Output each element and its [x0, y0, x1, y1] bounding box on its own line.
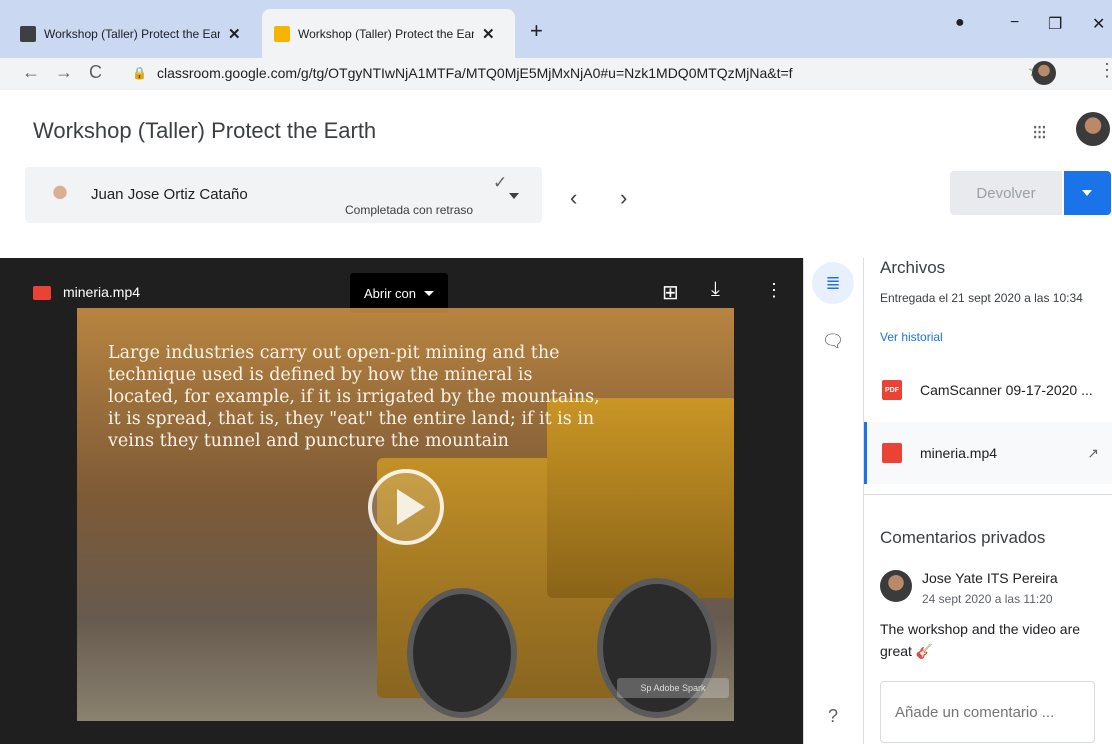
student-avatar	[45, 178, 75, 210]
more-options-icon[interactable]: ⋮	[765, 280, 783, 301]
address-bar: ← → C 🔒 classroom.google.com/g/tg/OTgyNT…	[0, 58, 1112, 90]
back-icon[interactable]: ←	[22, 62, 40, 83]
chevron-down-icon	[424, 290, 435, 296]
open-in-new-icon[interactable]: ↗	[1087, 445, 1099, 462]
comment-input[interactable]	[880, 681, 1095, 743]
next-student-icon[interactable]: ›	[620, 185, 627, 211]
return-button[interactable]: Devolver	[950, 171, 1062, 215]
play-button[interactable]	[368, 469, 444, 545]
omnibox[interactable]: 🔒 classroom.google.com/g/tg/OTgyNTIwNjA1…	[122, 59, 1050, 87]
comment-author: Jose Yate ITS Pereira	[922, 570, 1058, 586]
reload-icon[interactable]: C	[89, 62, 102, 83]
minimize-button[interactable]: −	[1010, 14, 1019, 32]
submission-status: Completada con retraso	[345, 203, 474, 217]
forward-icon[interactable]: →	[55, 62, 73, 83]
user-avatar[interactable]	[1076, 112, 1110, 146]
video-scene	[407, 588, 517, 718]
page-title: Workshop (Taller) Protect the Earth	[33, 118, 377, 143]
add-comment-icon[interactable]: ⊞	[662, 280, 679, 305]
video-file-icon	[33, 286, 51, 300]
video-player[interactable]: Large industries carry out open-pit mini…	[77, 308, 734, 721]
comments-heading: Comentarios privados	[880, 528, 1046, 547]
comment-date: 24 sept 2020 a las 11:20	[922, 592, 1053, 606]
tab-title: Workshop (Taller) Protect the Ear	[44, 26, 220, 41]
open-with-label: Abrir con	[363, 285, 417, 301]
tab-close-icon[interactable]: ✕	[482, 25, 495, 43]
lock-icon: 🔒	[132, 66, 147, 80]
download-icon[interactable]: ⤓	[711, 278, 720, 301]
student-selector[interactable]: Juan Jose Ortiz Cataño ✓ Completada con …	[25, 167, 542, 223]
new-tab-button[interactable]: +	[530, 18, 543, 44]
browser-menu-icon[interactable]: ⋮	[1098, 60, 1112, 81]
check-icon: ✓	[493, 173, 508, 192]
submitted-date: Entregada el 21 sept 2020 a las 10:34	[880, 291, 1083, 305]
video-caption: Large industries carry out open-pit mini…	[108, 343, 600, 451]
commenter-avatar	[880, 570, 912, 602]
file-item-video[interactable]: mineria.mp4 ↗	[864, 422, 1112, 484]
browser-tab-1[interactable]: Workshop (Taller) Protect the Ear ✕	[20, 9, 260, 58]
classroom-header: Workshop (Taller) Protect the Earth ⁝⁝⁝ …	[0, 90, 1112, 258]
viewer-file-name: mineria.mp4	[63, 284, 141, 300]
adobe-spark-watermark: Sp Adobe Spark	[617, 678, 729, 698]
student-name: Juan Jose Ortiz Cataño	[91, 186, 248, 203]
tab-close-icon[interactable]: ✕	[228, 25, 241, 43]
return-options-button[interactable]	[1064, 171, 1111, 215]
file-name: CamScanner 09-17-2020 ...	[920, 382, 1093, 398]
history-link[interactable]: Ver historial	[880, 330, 943, 344]
files-panel: Archivos Entregada el 21 sept 2020 a las…	[863, 258, 1112, 744]
profile-dot-icon[interactable]: ●	[955, 14, 965, 32]
open-with-button[interactable]: Abrir con	[350, 273, 448, 313]
browser-tab-2-active[interactable]: Workshop (Taller) Protect the Ear ✕	[262, 9, 515, 58]
chevron-down-icon[interactable]	[509, 193, 519, 199]
close-window-button[interactable]: ✕	[1092, 14, 1105, 34]
files-heading: Archivos	[880, 258, 946, 277]
classroom-favicon	[274, 25, 290, 42]
files-list-icon[interactable]: ≣	[812, 262, 854, 304]
divider	[864, 494, 1112, 495]
apps-grid-icon[interactable]: ⁝⁝⁝	[1032, 120, 1047, 145]
url-text[interactable]: classroom.google.com/g/tg/OTgyNTIwNjA1MT…	[157, 65, 793, 81]
help-icon[interactable]: ?	[812, 695, 854, 737]
classroom-favicon	[20, 25, 36, 42]
file-name: mineria.mp4	[920, 445, 998, 461]
side-rail: ≣ 🗨 ?	[803, 258, 863, 744]
restore-button[interactable]: ❐	[1048, 14, 1062, 34]
file-item-pdf[interactable]: PDF CamScanner 09-17-2020 ...	[864, 359, 1112, 421]
file-viewer: mineria.mp4 Abrir con ⊞ ⤓ ⋮ Large indust…	[0, 258, 803, 744]
tab-title: Workshop (Taller) Protect the Ear	[298, 26, 474, 41]
previous-student-icon[interactable]: ‹	[570, 185, 577, 211]
browser-tabbar: Workshop (Taller) Protect the Ear ✕ Work…	[0, 0, 1112, 58]
video-file-icon	[882, 443, 902, 463]
browser-profile-avatar[interactable]	[1032, 61, 1056, 85]
comment-text: The workshop and the video are great 🎸	[880, 621, 1081, 659]
pdf-icon: PDF	[882, 380, 902, 400]
comment-icon[interactable]: 🗨	[812, 320, 854, 362]
